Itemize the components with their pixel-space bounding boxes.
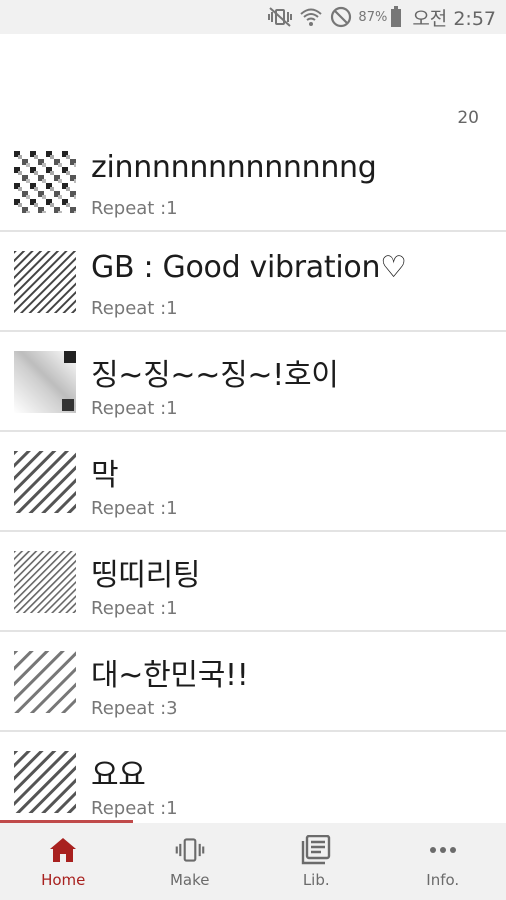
pattern-thumbnail: [14, 251, 76, 313]
more-icon: [428, 835, 458, 865]
bottom-navigation: Home Make Lib. Info.: [0, 823, 506, 900]
list-item[interactable]: 징~징~~징~!호이 Repeat :1: [0, 332, 506, 432]
item-repeat: Repeat :1: [91, 398, 178, 419]
item-title: 징~징~~징~!호이: [91, 358, 339, 393]
vibrate-mute-icon: [268, 7, 293, 27]
item-repeat: Repeat :1: [91, 798, 178, 819]
battery-icon: [390, 6, 402, 28]
library-icon: [301, 835, 331, 865]
item-title: 띵띠리팅: [91, 558, 201, 593]
nav-make-label: Make: [169, 871, 210, 889]
item-repeat: Repeat :3: [91, 698, 178, 719]
wifi-icon: [300, 7, 323, 27]
item-title: zinnnnnnnnnnnnng: [91, 150, 377, 185]
pattern-thumbnail: [14, 351, 76, 413]
list-item[interactable]: 띵띠리팅 Repeat :1: [0, 532, 506, 632]
nav-home[interactable]: Home: [0, 823, 127, 900]
nav-library-label: Lib.: [302, 871, 330, 889]
vibrate-icon: [175, 835, 205, 865]
pattern-thumbnail: [14, 551, 76, 613]
status-bar: 87% 오전 2:57: [0, 0, 506, 34]
clock: 오전 2:57: [412, 7, 496, 30]
home-icon: [48, 835, 78, 865]
nav-make[interactable]: Make: [127, 823, 254, 900]
item-title: 대~한민국!!: [91, 658, 249, 693]
nav-library[interactable]: Lib.: [253, 823, 380, 900]
item-title: 요요: [91, 758, 146, 793]
item-repeat: Repeat :1: [91, 498, 178, 519]
nav-info[interactable]: Info.: [380, 823, 506, 900]
item-repeat: Repeat :1: [91, 298, 178, 319]
pattern-thumbnail: [14, 151, 76, 213]
item-title: 막: [91, 458, 119, 493]
pattern-thumbnail: [14, 751, 76, 813]
nav-home-label: Home: [41, 871, 86, 889]
list-item[interactable]: 막 Repeat :1: [0, 432, 506, 532]
list-item[interactable]: 대~한민국!! Repeat :3: [0, 632, 506, 732]
item-repeat: Repeat :1: [91, 598, 178, 619]
list-item[interactable]: GB : Good vibration♡ Repeat :1: [0, 232, 506, 332]
pattern-thumbnail: [14, 651, 76, 713]
battery-percent: 87%: [358, 9, 388, 25]
pattern-thumbnail: [14, 451, 76, 513]
item-repeat: Repeat :1: [91, 198, 178, 219]
list-item[interactable]: zinnnnnnnnnnnnng Repeat :1: [0, 132, 506, 232]
list-item[interactable]: 요요 Repeat :1: [0, 732, 506, 820]
do-not-disturb-icon: [330, 6, 352, 28]
item-count: 20: [457, 108, 479, 128]
vibration-list: zinnnnnnnnnnnnng Repeat :1 GB : Good vib…: [0, 132, 506, 820]
nav-info-label: Info.: [426, 871, 460, 889]
item-title: GB : Good vibration♡: [91, 250, 407, 285]
